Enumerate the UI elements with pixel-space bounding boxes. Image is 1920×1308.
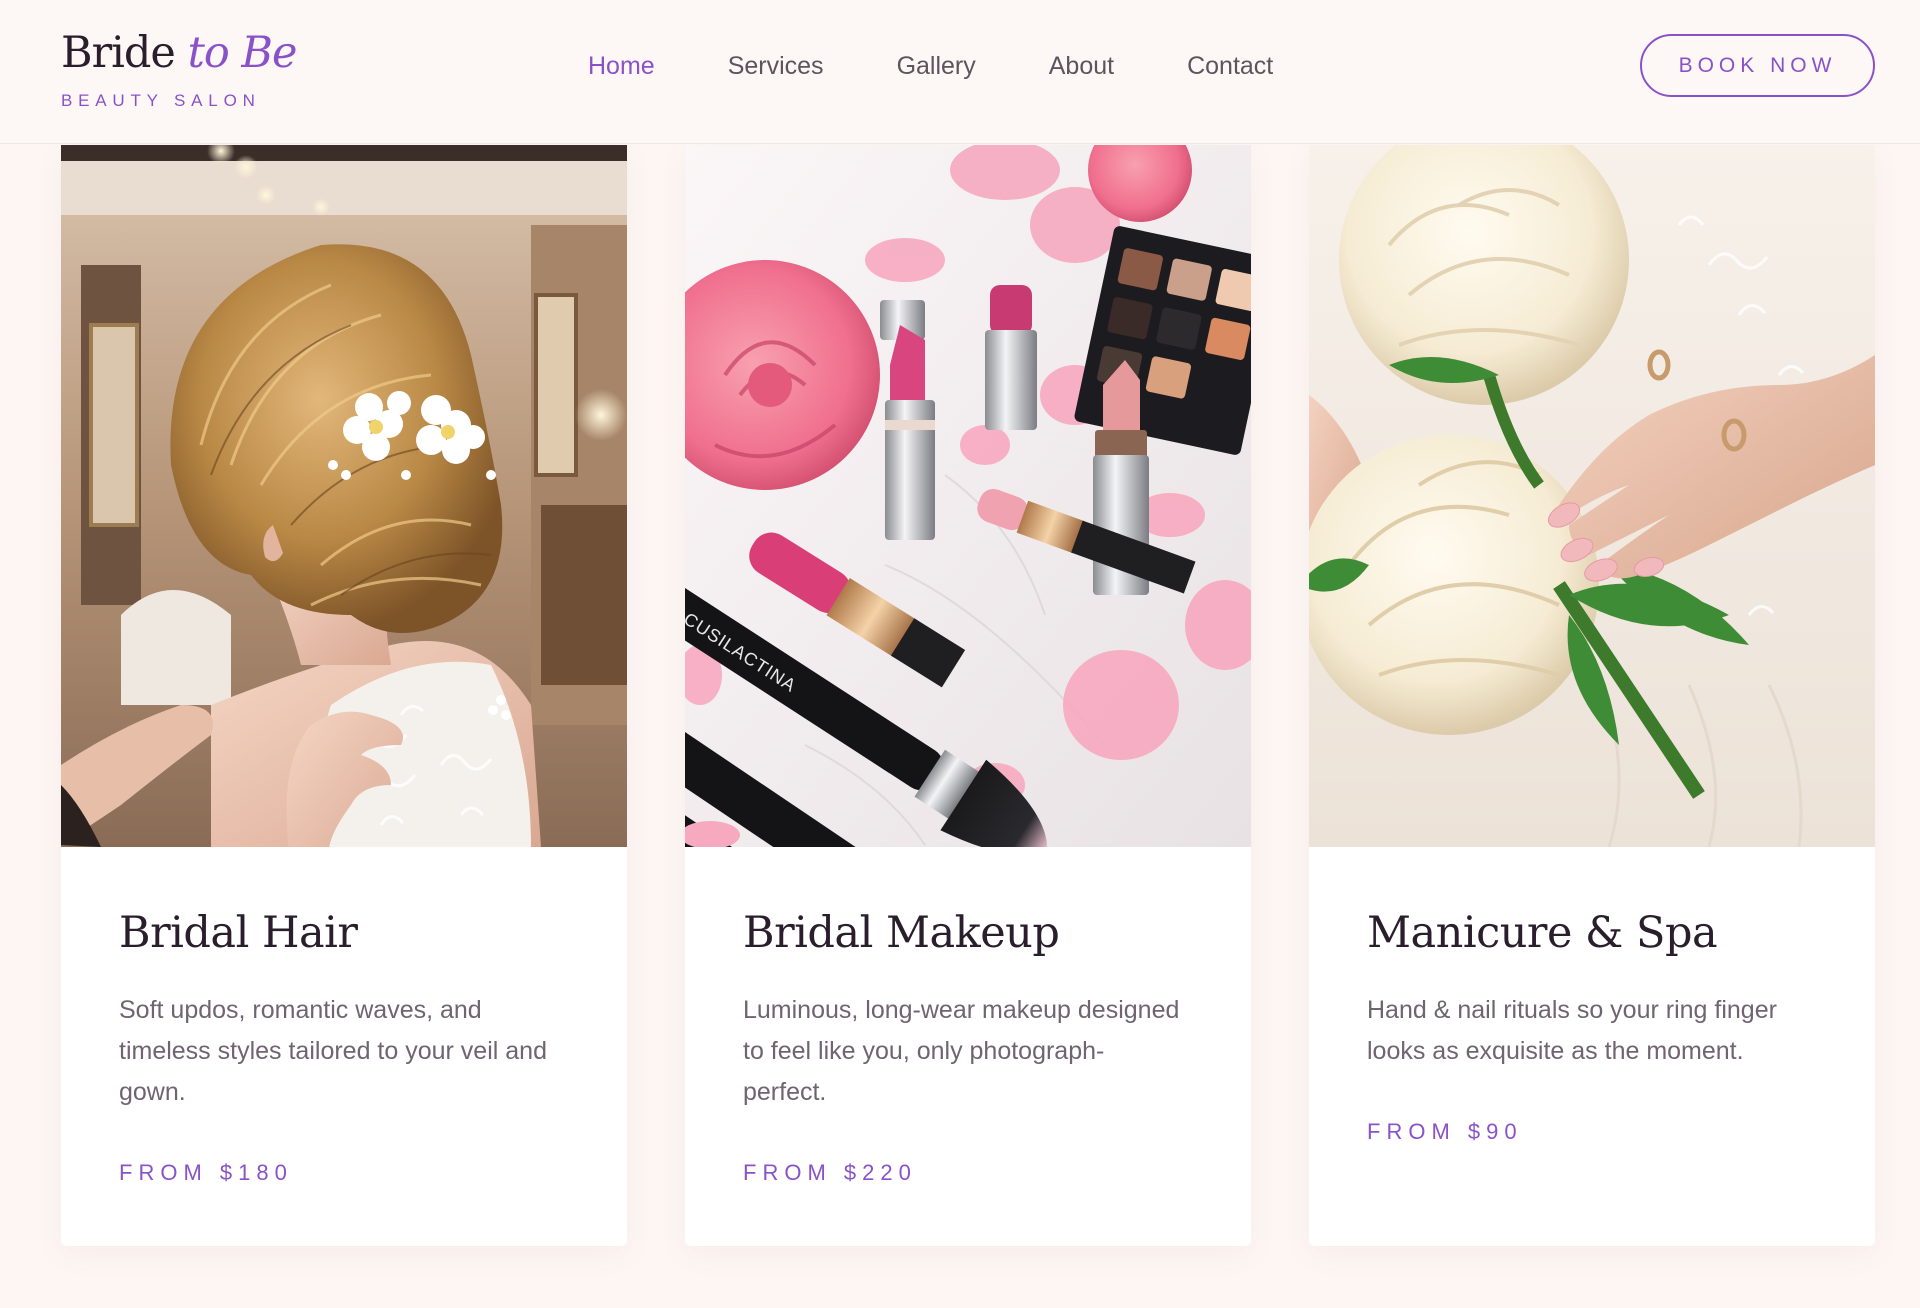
nav-contact[interactable]: Contact: [1187, 51, 1273, 81]
service-title: Bridal Hair: [119, 908, 358, 958]
main-nav: Home Services Gallery About Contact: [588, 51, 1346, 81]
brand-tagline: BEAUTY SALON: [61, 91, 261, 110]
service-card-bridal-makeup[interactable]: CUSILACTINA Bridal Makeup Luminous, long…: [685, 145, 1251, 1246]
service-card-bridal-hair[interactable]: Bridal Hair Soft updos, romantic waves, …: [61, 145, 627, 1246]
site-header: Bride to Be BEAUTY SALON Home Services G…: [0, 0, 1920, 144]
nav-about[interactable]: About: [1049, 51, 1114, 81]
nav-home[interactable]: Home: [588, 51, 655, 81]
service-price: FROM $220: [743, 1160, 917, 1185]
brand-logo[interactable]: Bride to Be BEAUTY SALON: [61, 28, 298, 111]
service-title: Manicure & Spa: [1367, 908, 1718, 958]
manicure-spa-photo: [1309, 145, 1875, 847]
service-description: Soft updos, romantic waves, and timeless…: [119, 996, 547, 1106]
brand-name: Bride to Be: [61, 28, 298, 78]
service-card-manicure-spa[interactable]: Manicure & Spa Hand & nail rituals so yo…: [1309, 145, 1875, 1246]
nav-services[interactable]: Services: [728, 51, 824, 81]
service-title: Bridal Makeup: [743, 908, 1060, 958]
card-body: Manicure & Spa Hand & nail rituals so yo…: [1309, 847, 1875, 1145]
bridal-hair-photo: [61, 145, 627, 847]
book-now-button[interactable]: BOOK NOW: [1640, 34, 1875, 97]
brand-name-accent: to Be: [187, 28, 298, 78]
bridal-makeup-photo: CUSILACTINA: [685, 145, 1251, 847]
service-description: Luminous, long-wear makeup designed to f…: [743, 996, 1180, 1106]
nav-gallery[interactable]: Gallery: [897, 51, 976, 81]
card-body: Bridal Hair Soft updos, romantic waves, …: [61, 847, 627, 1186]
service-description: Hand & nail rituals so your ring finger …: [1367, 996, 1777, 1065]
service-price: FROM $90: [1367, 1119, 1523, 1144]
card-body: Bridal Makeup Luminous, long-wear makeup…: [685, 847, 1251, 1186]
service-price: FROM $180: [119, 1160, 293, 1185]
